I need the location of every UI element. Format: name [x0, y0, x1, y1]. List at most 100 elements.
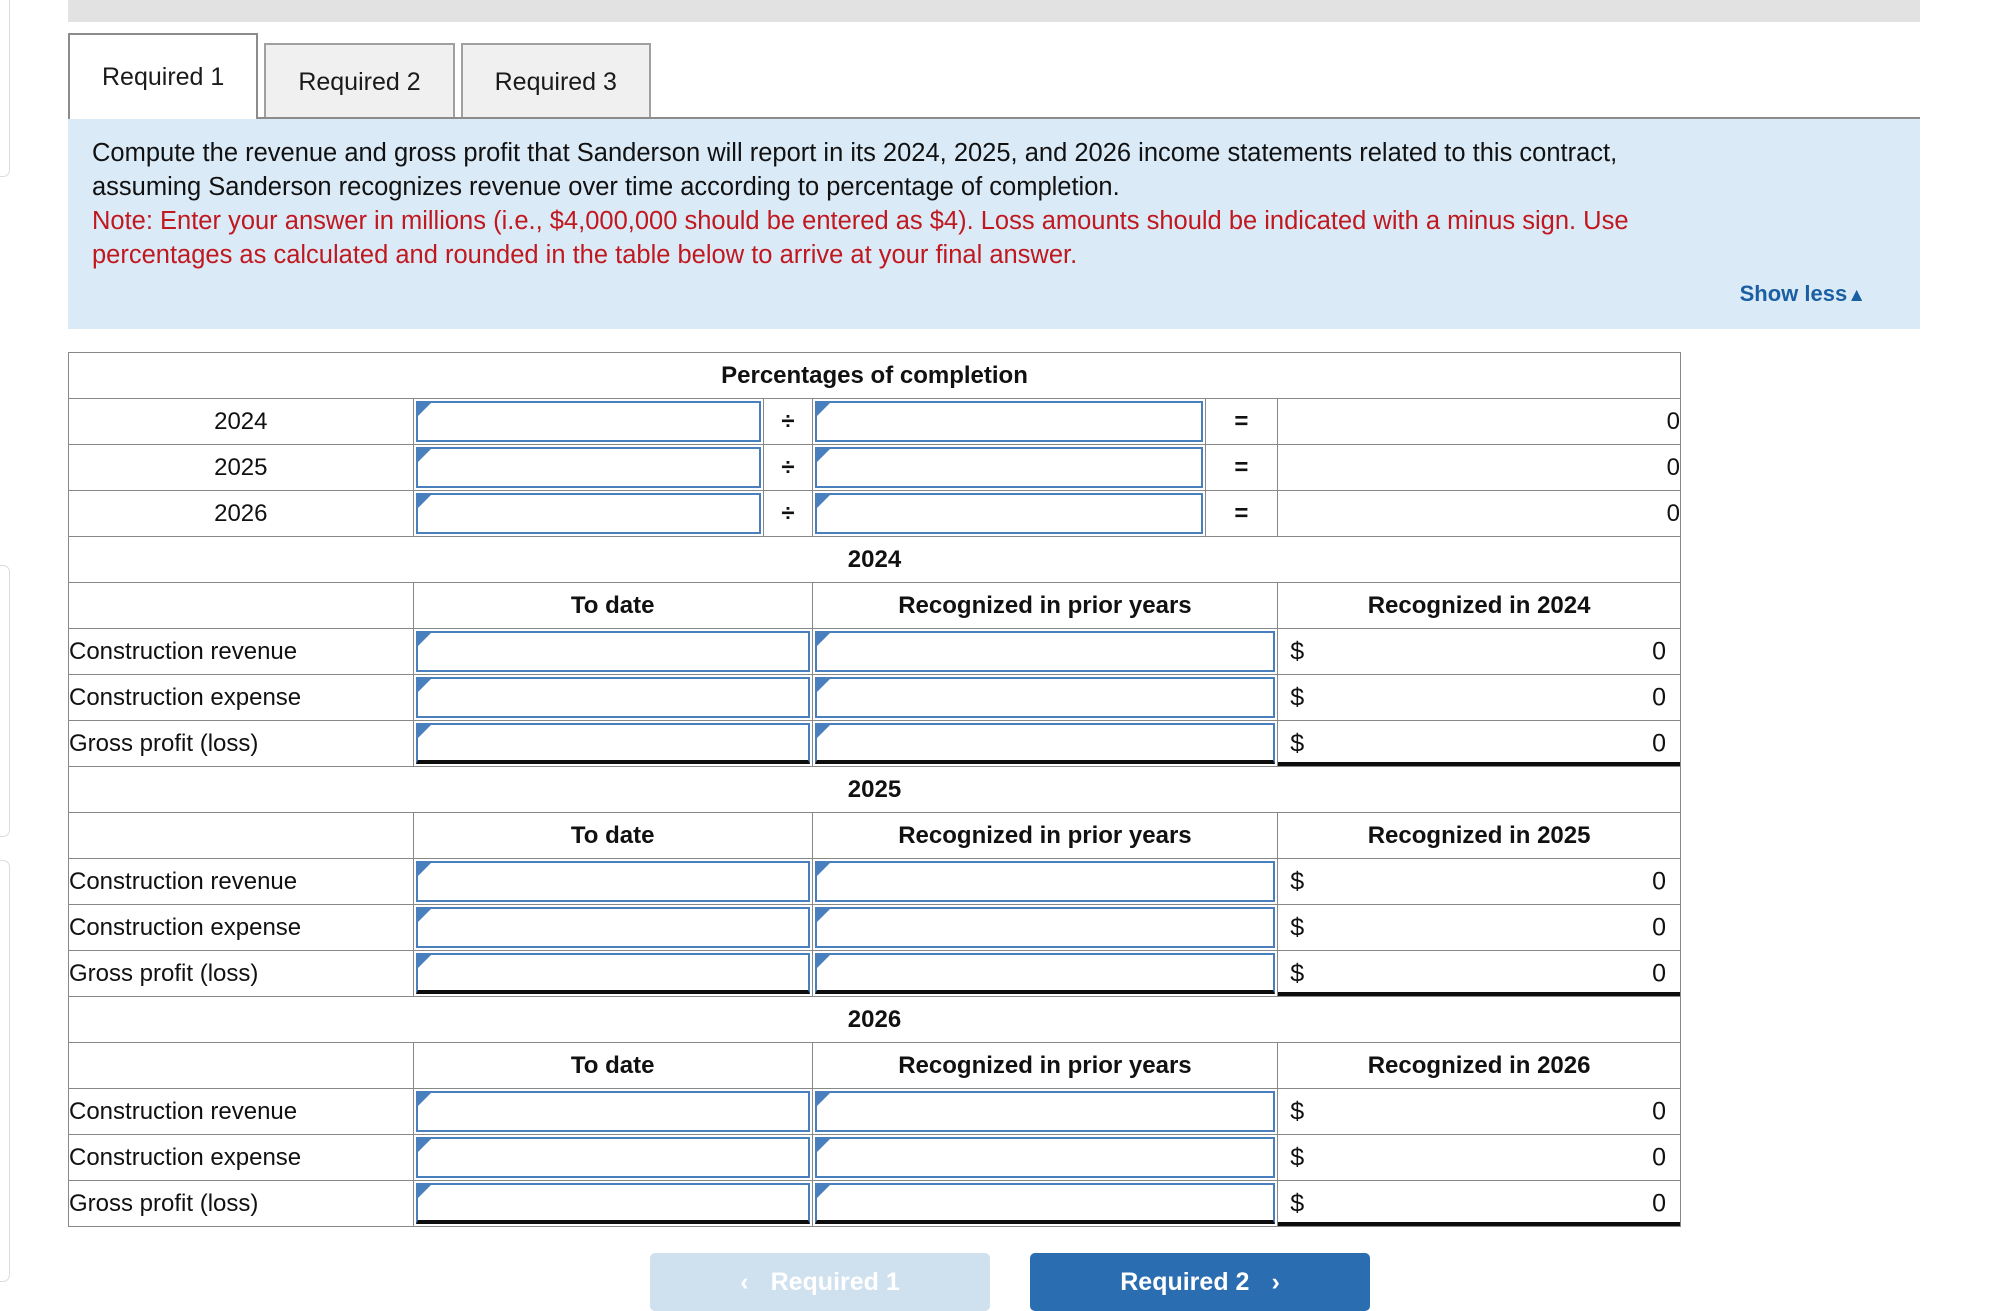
instruction-note-2: percentages as calculated and rounded in…	[92, 239, 1896, 273]
page-edge-stub	[0, 565, 10, 837]
divide-symbol: ÷	[764, 491, 812, 537]
chevron-right-icon: ›	[1271, 1268, 1279, 1297]
input-2025-expense-to-date[interactable]	[413, 905, 812, 951]
tab-required-1[interactable]: Required 1	[68, 33, 258, 119]
show-less-link[interactable]: Show less▲	[1740, 281, 1866, 307]
percentage-of-completion-worksheet: Percentages of completion 2024 ÷ = 0 202…	[68, 352, 1681, 1227]
row-label-construction-revenue: Construction revenue	[69, 1089, 414, 1135]
show-less-label: Show less	[1740, 281, 1848, 306]
row-label-gross-profit: Gross profit (loss)	[69, 951, 414, 997]
input-2025-gross-profit-prior[interactable]	[812, 951, 1278, 997]
bottom-navigation: ‹ Required 1 Required 2 ›	[650, 1253, 1370, 1311]
input-2024-expense-prior[interactable]	[812, 675, 1278, 721]
tab-required-3[interactable]: Required 3	[461, 43, 651, 119]
chevron-left-icon: ‹	[740, 1268, 748, 1297]
table-row: Construction revenue $ 0	[69, 1089, 1681, 1135]
table-row: Construction revenue $ 0	[69, 629, 1681, 675]
table-row: Gross profit (loss) $ 0	[69, 1181, 1681, 1227]
section-columns-2026: To date Recognized in prior years Recogn…	[69, 1043, 1681, 1089]
answer-value: 0	[1652, 867, 1666, 896]
answer-value: 0	[1652, 729, 1666, 758]
currency-symbol: $	[1290, 683, 1304, 712]
row-label-construction-revenue: Construction revenue	[69, 629, 414, 675]
currency-symbol: $	[1290, 1097, 1304, 1126]
percent-denominator-2025[interactable]	[812, 445, 1205, 491]
col-recognized-current: Recognized in 2026	[1278, 1043, 1681, 1089]
col-blank	[69, 583, 414, 629]
input-2024-expense-to-date[interactable]	[413, 675, 812, 721]
answer-2024-revenue[interactable]: $ 0	[1278, 629, 1681, 675]
answer-2024-expense[interactable]: $ 0	[1278, 675, 1681, 721]
currency-symbol: $	[1290, 1189, 1304, 1218]
year-band-label: 2024	[69, 537, 1681, 583]
previous-required-button[interactable]: ‹ Required 1	[650, 1253, 990, 1311]
input-2026-revenue-prior[interactable]	[812, 1089, 1278, 1135]
input-2026-gross-profit-to-date[interactable]	[413, 1181, 812, 1227]
answer-2026-revenue[interactable]: $ 0	[1278, 1089, 1681, 1135]
percent-result-2024: 0	[1278, 399, 1681, 445]
next-required-label: Required 2	[1120, 1268, 1249, 1297]
requirement-tabs: Required 1 Required 2 Required 3	[68, 29, 657, 119]
percent-numerator-2024[interactable]	[413, 399, 764, 445]
currency-symbol: $	[1290, 1143, 1304, 1172]
col-recognized-current: Recognized in 2025	[1278, 813, 1681, 859]
answer-2025-revenue[interactable]: $ 0	[1278, 859, 1681, 905]
answer-value: 0	[1652, 683, 1666, 712]
answer-2026-expense[interactable]: $ 0	[1278, 1135, 1681, 1181]
equals-symbol: =	[1205, 491, 1278, 537]
input-2026-gross-profit-prior[interactable]	[812, 1181, 1278, 1227]
col-recognized-prior: Recognized in prior years	[812, 813, 1278, 859]
input-2024-revenue-to-date[interactable]	[413, 629, 812, 675]
input-2024-revenue-prior[interactable]	[812, 629, 1278, 675]
table-row: Gross profit (loss) $ 0	[69, 721, 1681, 767]
input-2024-gross-profit-to-date[interactable]	[413, 721, 812, 767]
currency-symbol: $	[1290, 867, 1304, 896]
input-2025-revenue-to-date[interactable]	[413, 859, 812, 905]
answer-2025-gross-profit[interactable]: $ 0	[1278, 951, 1681, 997]
instruction-panel: Compute the revenue and gross profit tha…	[68, 117, 1920, 329]
percent-table-title: Percentages of completion	[69, 353, 1681, 399]
col-recognized-prior: Recognized in prior years	[812, 583, 1278, 629]
percent-numerator-2026[interactable]	[413, 491, 764, 537]
input-2025-revenue-prior[interactable]	[812, 859, 1278, 905]
col-blank	[69, 1043, 414, 1089]
next-required-button[interactable]: Required 2 ›	[1030, 1253, 1370, 1311]
input-2026-revenue-to-date[interactable]	[413, 1089, 812, 1135]
percent-year-label: 2026	[69, 491, 414, 537]
input-2026-expense-to-date[interactable]	[413, 1135, 812, 1181]
divide-symbol: ÷	[764, 445, 812, 491]
row-label-construction-expense: Construction expense	[69, 675, 414, 721]
section-band-2024: 2024	[69, 537, 1681, 583]
answer-2026-gross-profit[interactable]: $ 0	[1278, 1181, 1681, 1227]
answer-value: 0	[1652, 959, 1666, 988]
year-band-label: 2026	[69, 997, 1681, 1043]
answer-value: 0	[1652, 913, 1666, 942]
year-band-label: 2025	[69, 767, 1681, 813]
col-to-date: To date	[413, 583, 812, 629]
input-2025-gross-profit-to-date[interactable]	[413, 951, 812, 997]
percent-denominator-2026[interactable]	[812, 491, 1205, 537]
caret-up-icon: ▲	[1847, 285, 1866, 306]
percent-row-2026: 2026 ÷ = 0	[69, 491, 1681, 537]
percent-numerator-2025[interactable]	[413, 445, 764, 491]
equals-symbol: =	[1205, 445, 1278, 491]
table-row: Construction expense $ 0	[69, 675, 1681, 721]
input-2026-expense-prior[interactable]	[812, 1135, 1278, 1181]
section-columns-2024: To date Recognized in prior years Recogn…	[69, 583, 1681, 629]
col-to-date: To date	[413, 1043, 812, 1089]
percent-denominator-2024[interactable]	[812, 399, 1205, 445]
answer-2025-expense[interactable]: $ 0	[1278, 905, 1681, 951]
percent-title-row: Percentages of completion	[69, 353, 1681, 399]
tab-required-2[interactable]: Required 2	[264, 43, 454, 119]
equals-symbol: =	[1205, 399, 1278, 445]
input-2025-expense-prior[interactable]	[812, 905, 1278, 951]
answer-2024-gross-profit[interactable]: $ 0	[1278, 721, 1681, 767]
top-gray-strip	[68, 0, 1920, 22]
table-row: Construction revenue $ 0	[69, 859, 1681, 905]
percent-row-2024: 2024 ÷ = 0	[69, 399, 1681, 445]
percent-year-label: 2025	[69, 445, 414, 491]
instruction-line-2: assuming Sanderson recognizes revenue ov…	[92, 171, 1896, 205]
row-label-construction-expense: Construction expense	[69, 905, 414, 951]
input-2024-gross-profit-prior[interactable]	[812, 721, 1278, 767]
currency-symbol: $	[1290, 959, 1304, 988]
